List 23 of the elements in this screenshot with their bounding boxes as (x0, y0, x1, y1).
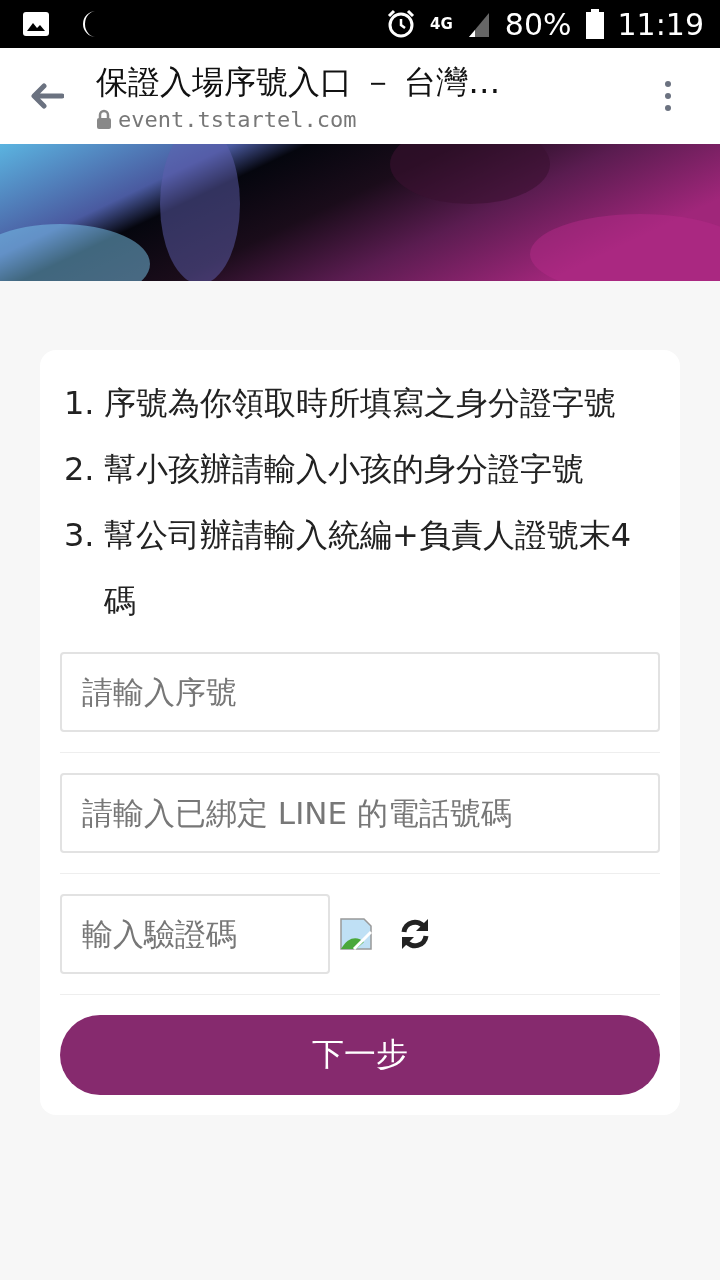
battery-icon (585, 9, 604, 39)
back-arrow-icon[interactable] (30, 83, 64, 109)
url-text[interactable]: event.tstartel.com (118, 106, 357, 132)
phone-input-field[interactable]: 請輸入已綁定 LINE 的電話號碼 (60, 773, 660, 853)
alarm-icon (386, 9, 417, 39)
signal-icon (466, 11, 491, 37)
network-label: 4G (430, 15, 453, 33)
battery-percent: 80% (504, 6, 572, 42)
list-number: 2. (64, 449, 96, 490)
instruction-text: 幫公司辦請輸入統編+負責人證號末4碼 (104, 515, 633, 622)
serial-input-field[interactable]: 請輸入序號 (60, 652, 660, 732)
list-number: 3. (64, 515, 96, 556)
instruction-text: 序號為你領取時所填寫之身分證字號 (104, 383, 617, 424)
next-button[interactable]: 下一步 (60, 1015, 660, 1095)
clock: 11:19 (617, 6, 704, 42)
image-icon (22, 11, 50, 37)
more-menu-icon[interactable] (664, 80, 672, 112)
instruction-text: 幫小孩辦請輸入小孩的身分證字號 (104, 449, 585, 490)
lock-icon (96, 109, 112, 129)
broken-image-icon (340, 918, 372, 950)
page-title: 保證入場序號入口 － 台灣… (96, 61, 502, 103)
list-number: 1. (64, 383, 96, 424)
captcha-input-field[interactable]: 輸入驗證碼 (60, 894, 330, 974)
